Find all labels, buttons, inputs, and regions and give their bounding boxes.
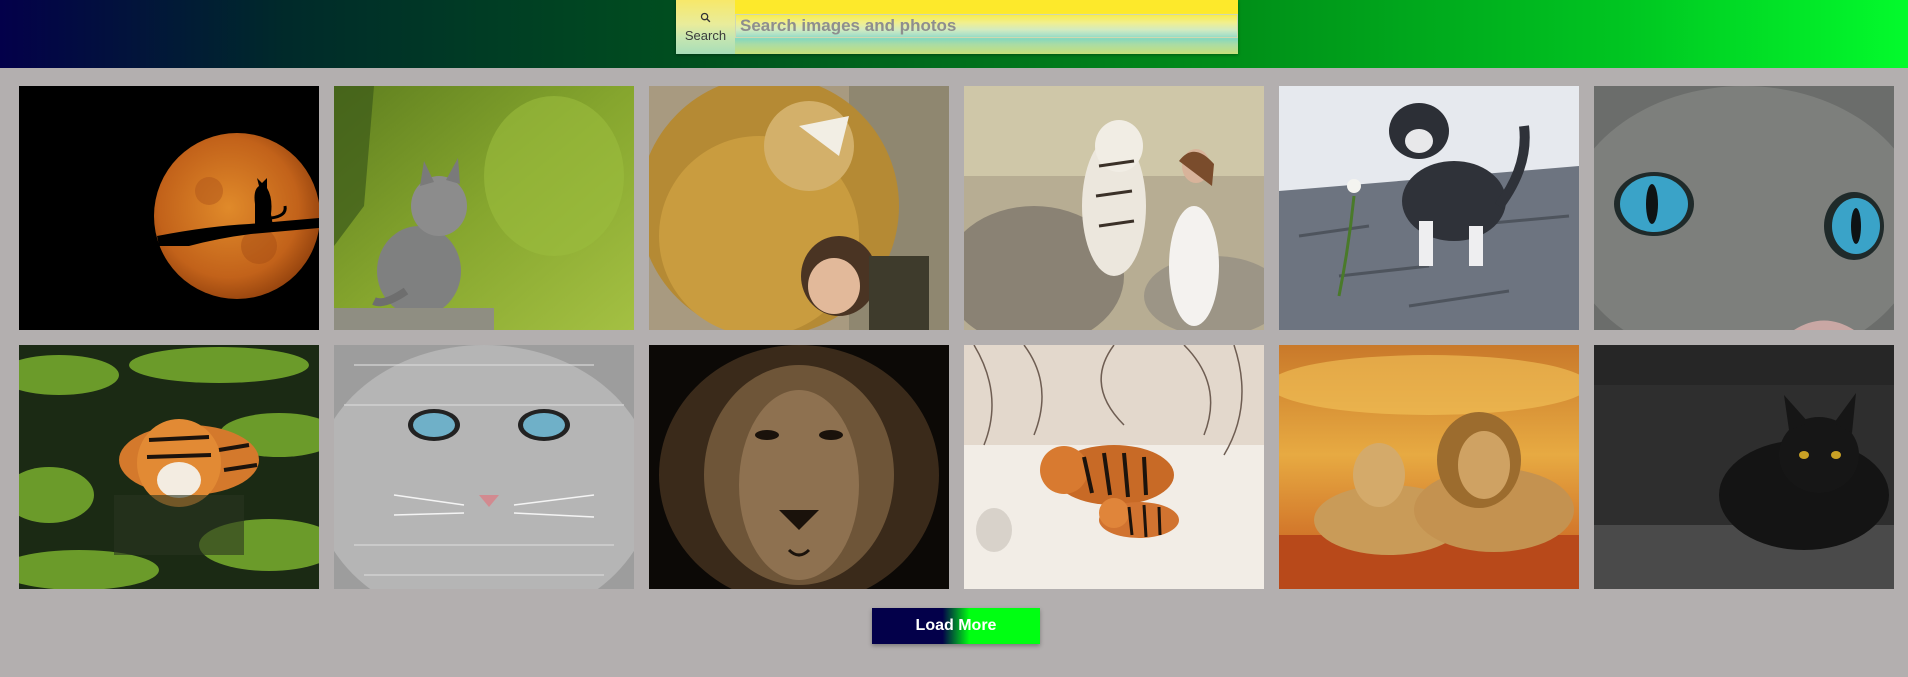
image-gallery <box>19 86 1897 589</box>
gallery-image-black-cat[interactable] <box>1594 345 1894 589</box>
gallery-image-lion-face[interactable] <box>649 345 949 589</box>
top-bar: Search <box>0 0 1908 68</box>
search-button[interactable]: Search <box>676 0 735 54</box>
gallery-image-tiger-water[interactable] <box>19 345 319 589</box>
gallery-image-tigers-snow[interactable] <box>964 345 1264 589</box>
gallery-image-kitten-flower[interactable] <box>1279 86 1579 330</box>
gallery-image-lion-girl[interactable] <box>649 86 949 330</box>
search-icon <box>700 12 711 28</box>
search-button-label: Search <box>684 27 727 43</box>
search-field-wrapper <box>735 0 1238 54</box>
gallery-image-cat-moon[interactable] <box>19 86 319 330</box>
gallery-image-gray-cat[interactable] <box>334 345 634 589</box>
gallery-image-cat-blue-eyes[interactable] <box>1594 86 1894 330</box>
gallery-image-gray-kitten[interactable] <box>334 86 634 330</box>
search-input[interactable] <box>735 14 1238 38</box>
gallery-image-white-tiger-woman[interactable] <box>964 86 1264 330</box>
load-more-button[interactable]: Load More <box>872 608 1040 644</box>
search-form: Search <box>676 0 1238 54</box>
gallery-image-lion-couple[interactable] <box>1279 345 1579 589</box>
